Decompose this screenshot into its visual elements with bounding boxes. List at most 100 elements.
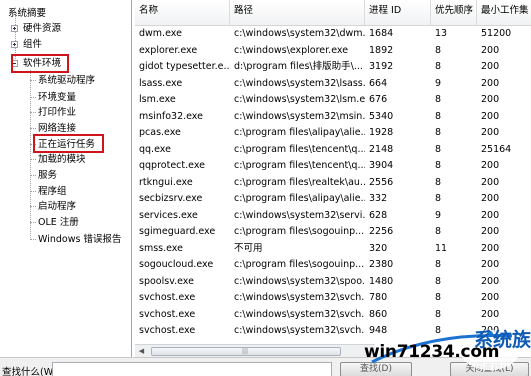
table-row[interactable]: secbizsrv.exe c:\program files\alipay\ali… xyxy=(135,191,531,208)
table-row[interactable]: dwm.exe c:\windows\system32\dwm... 1684 13 5… xyxy=(135,26,531,43)
tree-item-windows-error-reporting[interactable]: Windows 错误报告 xyxy=(30,232,122,247)
find-button[interactable]: 查找(D) xyxy=(340,362,412,376)
column-header-path[interactable]: 路径 xyxy=(230,0,365,25)
cell-min-working-set: 200 xyxy=(481,176,500,188)
table-row[interactable]: smss.exe 不可用 320 11 200 xyxy=(135,241,531,258)
tree-item-label: 组件 xyxy=(23,39,43,50)
cell-min-working-set: 25164 xyxy=(481,143,512,155)
tree-item-label: 环境变量 xyxy=(38,92,77,103)
cell-path: d:\program files\排版助手\... xyxy=(234,61,363,72)
cell-name: dwm.exe xyxy=(139,28,182,39)
cell-priority: 9 xyxy=(435,209,442,221)
column-header-name[interactable]: 名称 xyxy=(135,0,230,25)
tree-connector xyxy=(30,97,36,98)
cell-pid: 3192 xyxy=(369,61,394,72)
table-row[interactable]: pcas.exe c:\program files\alipay\alie... 1… xyxy=(135,125,531,142)
cell-priority: 8 xyxy=(435,143,442,155)
table-row[interactable]: lsm.exe c:\windows\system32\lsm.e... 676 8 2… xyxy=(135,92,531,109)
cell-name: svchost.exe xyxy=(139,325,196,336)
category-tree[interactable]: 系统摘要 硬件资源 组件 软件环境 系统驱动程序 环境变量 打印作业 网络连接 正在运行任务 加载… xyxy=(0,0,132,357)
cell-path: c:\program files\realtek\au... xyxy=(234,176,365,188)
table-row[interactable]: qqprotect.exe c:\program files\tencent\q.… xyxy=(135,158,531,175)
tree-item-print-jobs[interactable]: 打印作业 xyxy=(30,105,77,120)
cell-name: secbizsrv.exe xyxy=(139,193,203,204)
cell-name: pcas.exe xyxy=(139,127,181,138)
cell-pid: 948 xyxy=(369,325,388,336)
tree-item-hardware-resources[interactable]: 硬件资源 xyxy=(11,21,61,36)
tree-item-label: 打印作业 xyxy=(38,107,77,118)
cell-priority: 8 xyxy=(435,308,442,320)
cell-name: services.exe xyxy=(139,209,198,221)
close-find-button[interactable]: 关闭查找(L) xyxy=(450,362,529,376)
tree-item-startup-programs[interactable]: 启动程序 xyxy=(30,199,76,214)
tree-item-label: 系统摘要 xyxy=(8,8,47,19)
tree-item-system-drivers[interactable]: 系统驱动程序 xyxy=(30,73,96,88)
tree-item-environment-variables[interactable]: 环境变量 xyxy=(30,90,77,105)
expand-plus-icon[interactable] xyxy=(11,41,18,48)
tree-item-system-summary[interactable]: 系统摘要 xyxy=(8,6,46,21)
tree-item-label: Windows 错误报告 xyxy=(38,234,122,245)
cell-path: c:\windows\system32\lsass... xyxy=(234,77,365,89)
table-row[interactable]: qq.exe c:\program files\tencent\q... 2148 8… xyxy=(135,142,531,159)
table-row[interactable]: rtkngui.exe c:\program files\realtek\au..… xyxy=(135,175,531,192)
cell-min-working-set: 200 xyxy=(481,259,500,270)
column-header-min-working-set[interactable]: 最小工作集 xyxy=(477,0,531,25)
tree-item-label: 硬件资源 xyxy=(23,23,62,34)
table-row[interactable]: sgimeguard.exe c:\program files\sogouinp.… xyxy=(135,224,531,241)
tree-connector xyxy=(30,80,36,81)
cell-pid: 2256 xyxy=(369,226,394,237)
column-header-pid[interactable]: 进程 ID xyxy=(365,0,431,25)
cell-path: c:\windows\system32\dwm... xyxy=(234,28,365,39)
tree-item-label: 系统驱动程序 xyxy=(38,75,96,86)
horizontal-scrollbar[interactable]: ◀ ||| xyxy=(135,344,375,358)
expand-plus-icon[interactable] xyxy=(11,25,18,32)
cell-name: spoolsv.exe xyxy=(139,275,194,287)
table-row[interactable]: explorer.exe c:\windows\explorer.exe 1892 8… xyxy=(135,43,531,60)
tree-item-program-groups[interactable]: 程序组 xyxy=(30,184,67,199)
cell-priority: 8 xyxy=(435,193,442,204)
cell-min-working-set: 200 xyxy=(481,226,500,237)
table-row[interactable]: sogoucloud.exe c:\program files\sogouinp.… xyxy=(135,257,531,274)
find-input[interactable] xyxy=(52,362,332,376)
cell-priority: 13 xyxy=(435,28,448,39)
table-row[interactable]: svchost.exe c:\windows\system32\svch... 94… xyxy=(135,323,531,340)
tree-item-ole-registration[interactable]: OLE 注册 xyxy=(30,215,79,230)
tree-connector xyxy=(30,70,31,240)
table-row[interactable]: svchost.exe c:\windows\system32\svch... 78… xyxy=(135,290,531,307)
tree-connector xyxy=(30,159,36,160)
table-row[interactable]: msinfo32.exe c:\windows\system32\msin... 5… xyxy=(135,109,531,126)
cell-path: c:\windows\system32\spoo... xyxy=(234,275,365,287)
cell-min-working-set: 200 xyxy=(481,292,500,303)
cell-priority: 8 xyxy=(435,110,442,122)
tree-item-loaded-modules[interactable]: 加载的模块 xyxy=(30,152,86,167)
cell-path: c:\windows\system32\msin... xyxy=(234,110,365,122)
table-row[interactable]: svchost.exe c:\windows\system32\svch... 86… xyxy=(135,307,531,324)
cell-min-working-set: 200 xyxy=(481,127,500,138)
cell-pid: 5340 xyxy=(369,110,394,122)
tree-item-services[interactable]: 服务 xyxy=(30,168,57,183)
tree-connector xyxy=(30,191,36,192)
table-row[interactable]: gidot typesetter.e... d:\program files\排版… xyxy=(135,59,531,76)
cell-min-working-set: 200 xyxy=(481,242,500,254)
cell-name: svchost.exe xyxy=(139,292,196,303)
cell-pid: 2148 xyxy=(369,143,394,155)
cell-pid: 2556 xyxy=(369,176,394,188)
cell-priority: 8 xyxy=(435,259,442,270)
scrollbar-thumb[interactable]: ||| xyxy=(151,347,341,356)
cell-name: smss.exe xyxy=(139,242,183,254)
cell-pid: 1684 xyxy=(369,28,394,39)
cell-name: lsm.exe xyxy=(139,94,176,105)
cell-name: msinfo32.exe xyxy=(139,110,203,122)
process-list[interactable]: 名称 路径 进程 ID 优先顺序 最小工作集 dwm.exe c:\windows… xyxy=(135,0,531,357)
cell-priority: 8 xyxy=(435,176,442,188)
tree-item-components[interactable]: 组件 xyxy=(11,37,42,52)
cell-path: 不可用 xyxy=(234,242,263,254)
column-header-priority[interactable]: 优先顺序 xyxy=(431,0,477,25)
table-row[interactable]: lsass.exe c:\windows\system32\lsass... 664… xyxy=(135,76,531,93)
find-bar: 查找什么(W): 查找(D) 关闭查找(L) xyxy=(0,357,531,376)
table-row[interactable]: spoolsv.exe c:\windows\system32\spoo... 14… xyxy=(135,274,531,291)
cell-name: gidot typesetter.e... xyxy=(139,61,230,72)
table-row[interactable]: services.exe c:\windows\system32\servi...… xyxy=(135,208,531,225)
cell-priority: 8 xyxy=(435,275,442,287)
tree-item-label: 加载的模块 xyxy=(38,154,86,165)
